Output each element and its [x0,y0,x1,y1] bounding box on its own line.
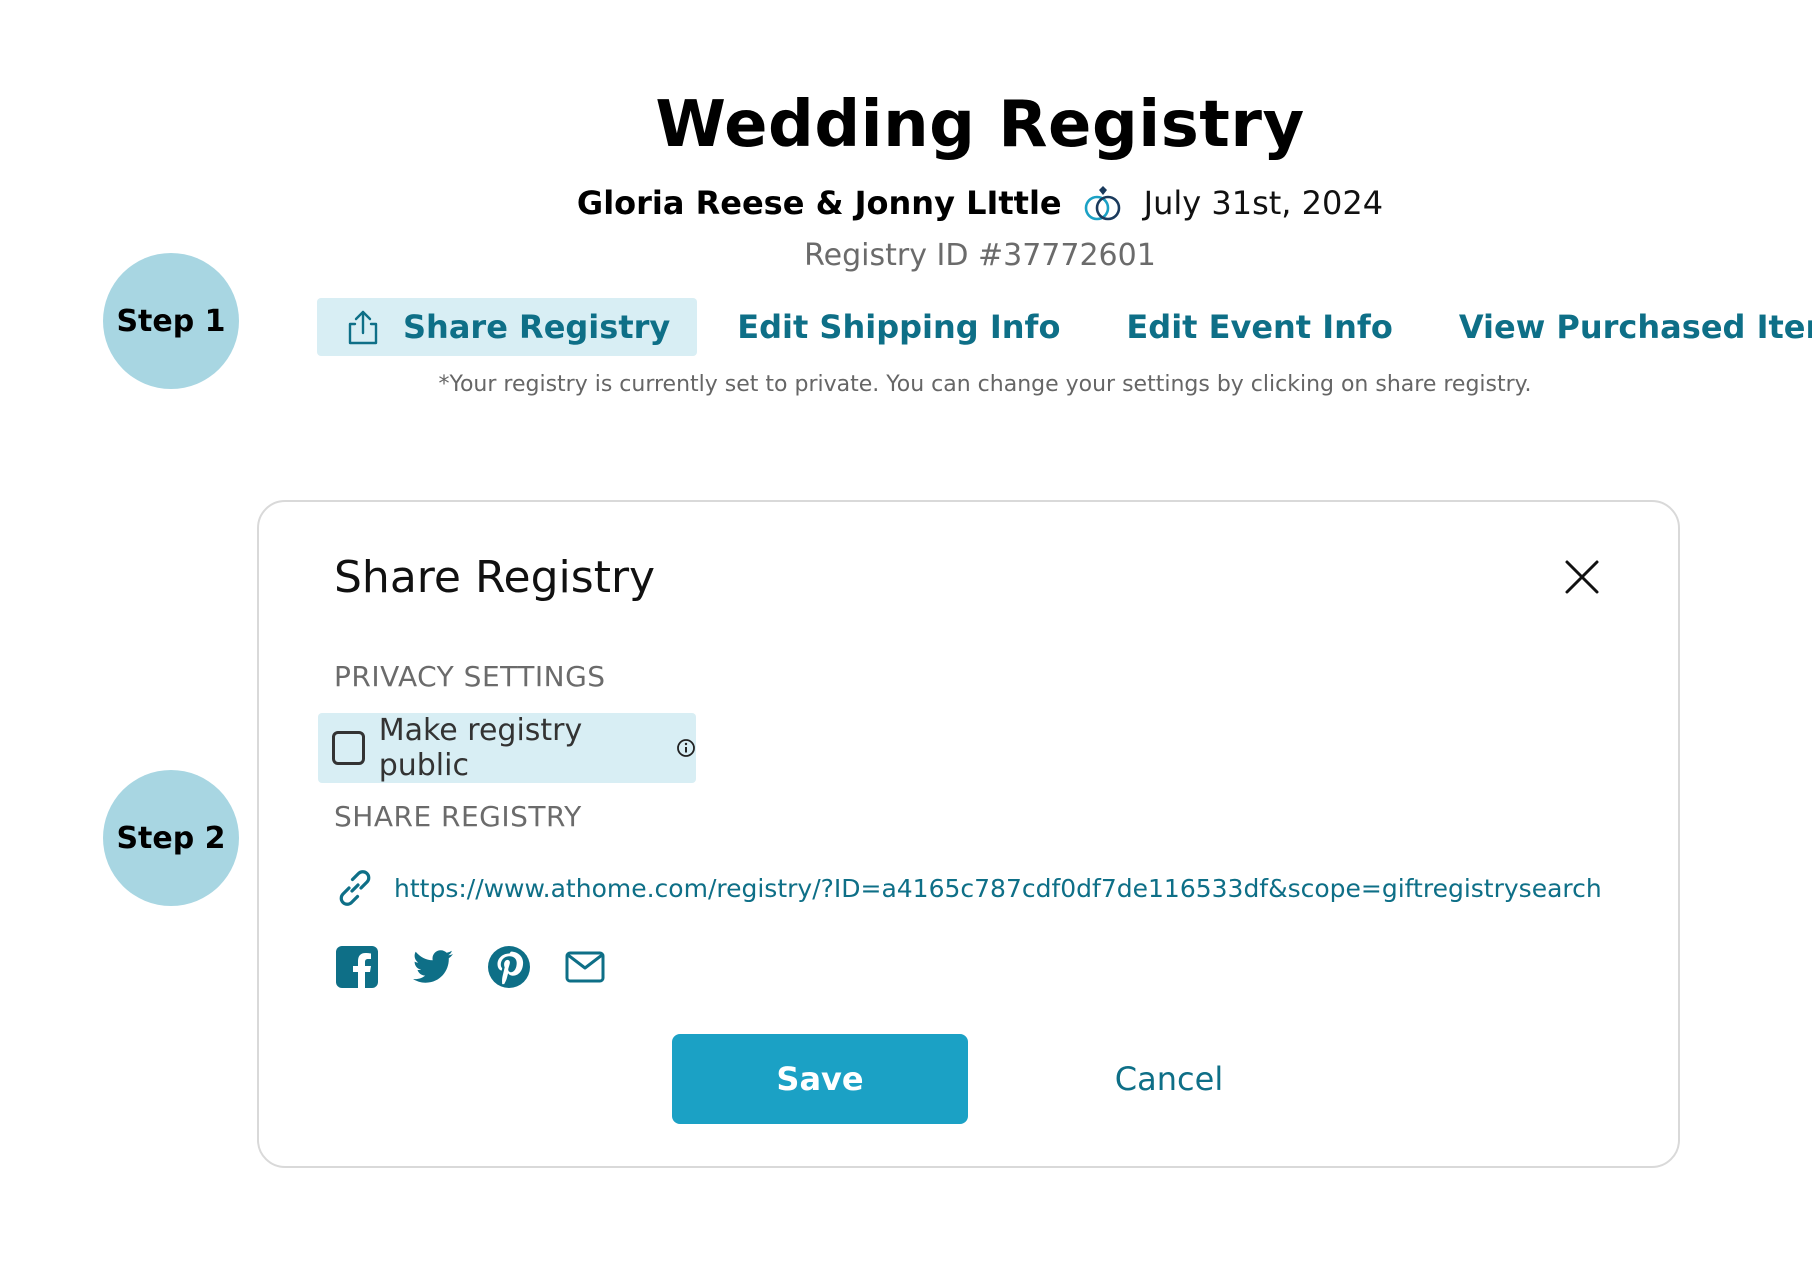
nav-share-registry-label: Share Registry [403,308,671,346]
facebook-icon[interactable] [334,944,380,990]
link-icon [334,867,376,909]
make-public-checkbox[interactable] [332,731,365,765]
social-share-row [334,944,638,990]
info-icon[interactable] [676,738,696,758]
email-icon[interactable] [562,944,608,990]
share-link-row: https://www.athome.com/registry/?ID=a416… [334,867,1602,909]
event-details: Gloria Reese & Jonny LIttle July 31st, 2… [0,180,1812,226]
close-icon [1565,560,1599,594]
nav-view-purchased-items[interactable]: View Purchased Items [1459,298,1812,356]
share-registry-heading: SHARE REGISTRY [334,800,582,833]
registry-nav: Share Registry Edit Shipping Info Edit E… [317,298,1812,356]
nav-share-registry[interactable]: Share Registry [317,298,698,356]
close-button[interactable] [1564,559,1600,595]
nav-edit-shipping-info[interactable]: Edit Shipping Info [737,298,1060,356]
share-url-link[interactable]: https://www.athome.com/registry/?ID=a416… [394,874,1602,903]
couple-names: Gloria Reese & Jonny LIttle [576,184,1062,222]
privacy-note: *Your registry is currently set to priva… [438,372,1532,397]
twitter-icon[interactable] [410,944,456,990]
nav-edit-event-info[interactable]: Edit Event Info [1126,298,1392,356]
wedding-rings-icon [1080,180,1126,226]
step-1-badge: Step 1 [103,253,239,389]
registry-id: Registry ID #37772601 [804,238,1156,273]
share-upload-icon [343,307,383,347]
save-button[interactable]: Save [672,1034,968,1124]
cancel-button[interactable]: Cancel [1069,1034,1269,1124]
event-date: July 31st, 2024 [1143,184,1384,222]
make-public-label: Make registry public [378,713,583,783]
page-title: Wedding Registry [655,88,1305,162]
make-public-checkbox-row[interactable]: Make registry public [318,713,696,783]
privacy-settings-heading: PRIVACY SETTINGS [334,660,606,693]
step-2-badge: Step 2 [103,770,239,906]
share-registry-modal: Share Registry PRIVACY SETTINGS Make reg… [257,500,1680,1168]
modal-title: Share Registry [334,552,656,603]
pinterest-icon[interactable] [486,944,532,990]
